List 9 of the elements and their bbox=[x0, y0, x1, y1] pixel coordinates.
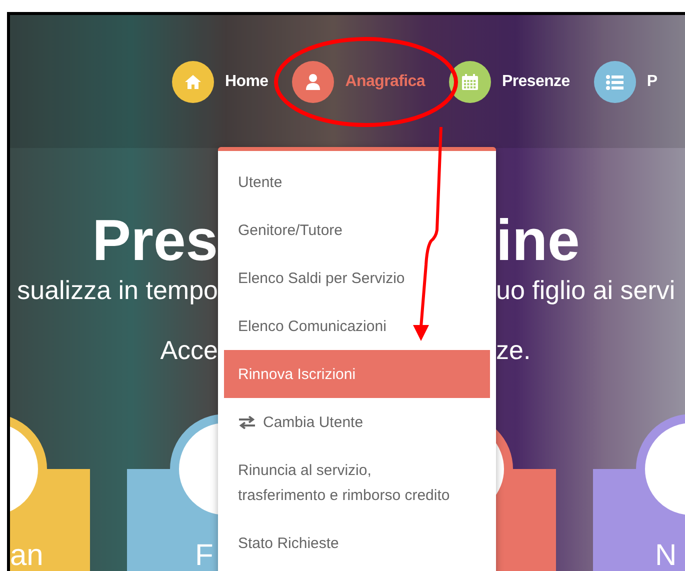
hero-title: Pres bbox=[92, 208, 218, 274]
hero-text: Acce bbox=[160, 334, 218, 366]
card-title: an bbox=[10, 539, 44, 571]
card-title: F bbox=[195, 539, 214, 571]
hero-subtitle: uo figlio ai servi bbox=[496, 274, 676, 306]
hero-text: ze. bbox=[496, 334, 531, 366]
card-title: N bbox=[655, 539, 677, 571]
hero-title: ine bbox=[496, 208, 580, 274]
hero-subtitle: sualizza in tempo bbox=[17, 274, 218, 306]
